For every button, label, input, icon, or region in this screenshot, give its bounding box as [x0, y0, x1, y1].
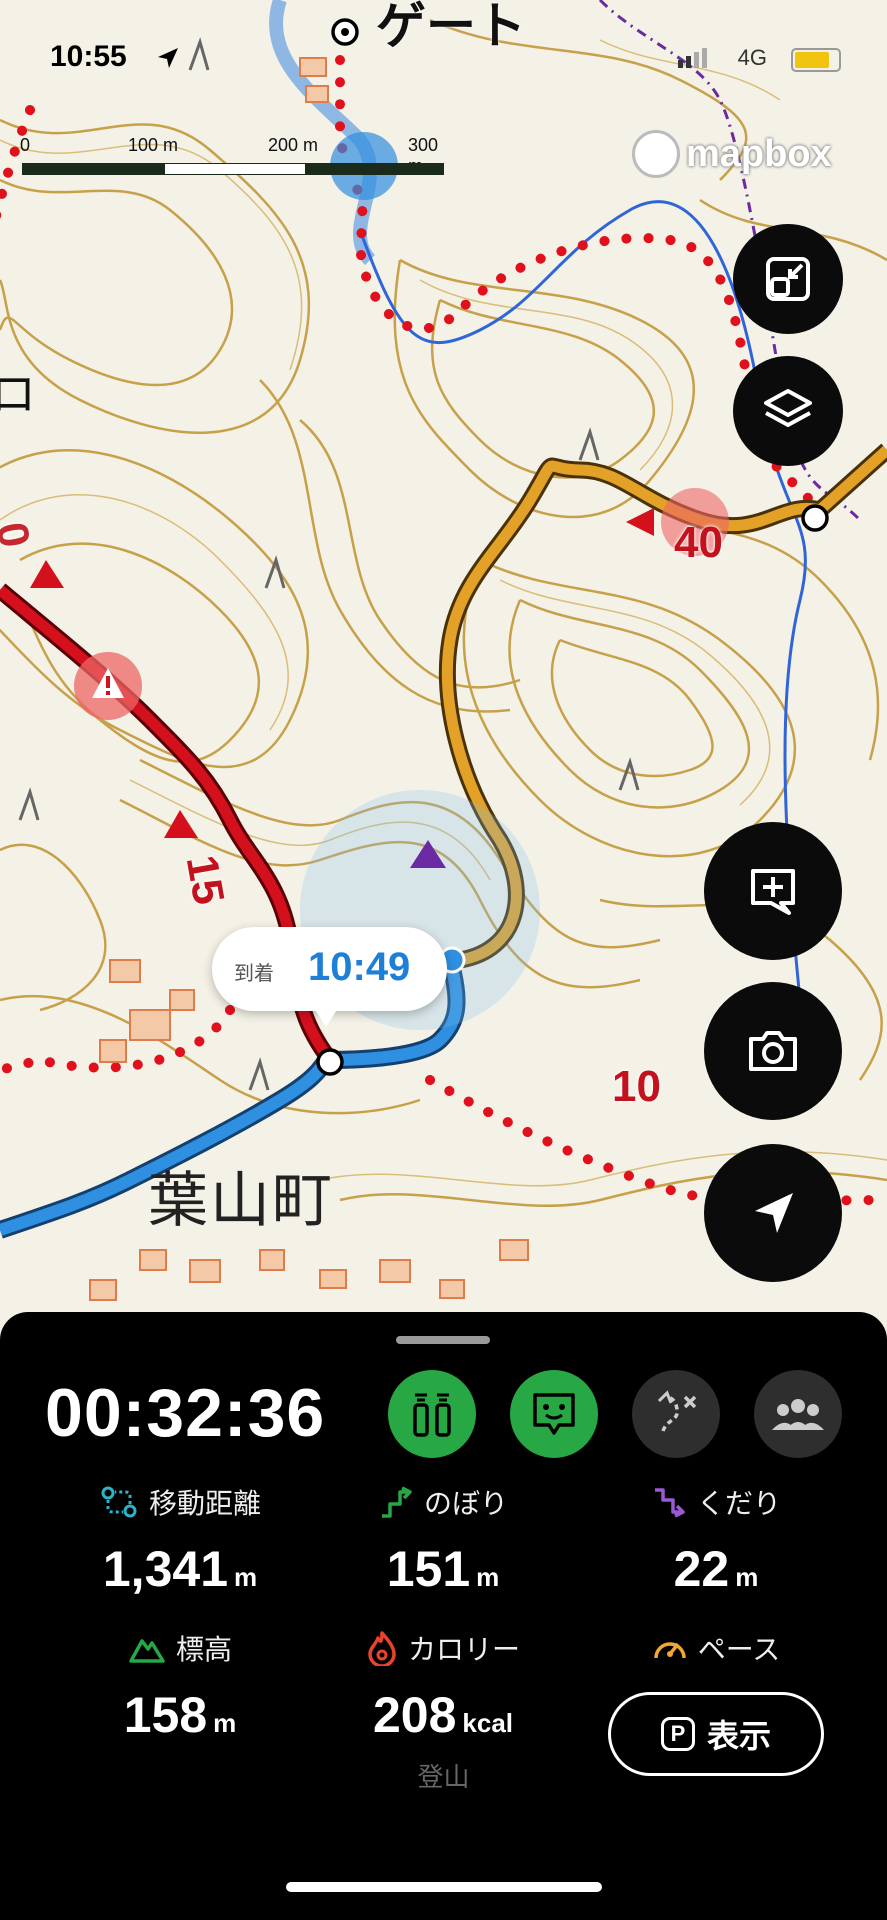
stat-distance: 移動距離 1,341 m: [40, 1482, 320, 1598]
layers-button[interactable]: [733, 356, 843, 466]
route-off-button[interactable]: [632, 1370, 720, 1458]
distance-icon: [101, 1486, 137, 1518]
elevation-label: 標高: [175, 1633, 232, 1666]
pace-label: ペース: [697, 1633, 781, 1666]
status-bar: 10:55 4G: [0, 40, 887, 80]
chat-button[interactable]: [510, 1370, 598, 1458]
walkie-talkie-button[interactable]: [388, 1370, 476, 1458]
descent-icon: [654, 1488, 685, 1518]
route-marker-40[interactable]: 40: [674, 518, 723, 568]
speedometer-icon: [653, 1642, 686, 1659]
elevation-value: 158: [123, 1687, 208, 1743]
elevation-unit: m: [213, 1708, 237, 1738]
add-memo-button[interactable]: [704, 822, 842, 960]
panel-drag-handle[interactable]: [396, 1336, 490, 1344]
show-button-label: 表示: [706, 1717, 771, 1755]
camera-button[interactable]: [704, 982, 842, 1120]
waypoint-marker[interactable]: [801, 504, 829, 532]
add-memo-icon: [751, 869, 795, 915]
fit-screen-button[interactable]: [733, 224, 843, 334]
map-view[interactable]: ロ 40 15 10 0 ゲート 葉山町 到着 10:49 0 100 m 20…: [0, 0, 887, 1320]
descent-label: くだり: [696, 1487, 781, 1520]
calories-unit: kcal: [462, 1708, 514, 1738]
scale-tick: 200 m: [268, 135, 319, 155]
camera-icon: [749, 1031, 797, 1071]
battery-icon: [791, 48, 841, 72]
ascent-icon: [381, 1486, 412, 1518]
group-button[interactable]: [754, 1370, 842, 1458]
descent-value: 22: [673, 1541, 730, 1597]
direction-arrow-icon: [30, 560, 64, 588]
stat-pace: ペース: [576, 1628, 856, 1668]
route-off-icon: [657, 1390, 697, 1432]
arrival-label: 到着: [234, 961, 274, 985]
arrival-time-tooltip[interactable]: 到着 10:49: [212, 927, 447, 1027]
route-marker-10[interactable]: 10: [612, 1062, 661, 1112]
flame-icon: [368, 1631, 396, 1666]
scale-tick: 0: [20, 135, 31, 155]
town-label: 葉山町: [148, 1166, 334, 1236]
signal-strength-icon: [678, 48, 707, 68]
status-time: 10:55: [50, 40, 127, 73]
location-services-icon: [158, 48, 178, 68]
location-arrow-icon: [755, 1193, 793, 1233]
current-location-button[interactable]: [704, 1144, 842, 1282]
group-members-icon: [772, 1399, 824, 1430]
layers-icon: [764, 389, 812, 427]
ascent-label: のぼり: [423, 1487, 508, 1520]
stat-ascent: のぼり 151 m: [303, 1482, 583, 1598]
elapsed-timer: 00:32:36: [45, 1375, 326, 1451]
home-indicator[interactable]: [286, 1882, 602, 1892]
map-scale-bar: 0 100 m 200 m 300 m: [20, 135, 444, 176]
topo-map-layer: ロ: [0, 0, 887, 1301]
scale-tick: 100 m: [128, 135, 179, 155]
svg-text:ロ: ロ: [0, 367, 36, 421]
distance-label: 移動距離: [148, 1487, 261, 1520]
route-marker-15[interactable]: 15: [176, 852, 234, 909]
fit-screen-icon: [766, 257, 810, 301]
network-type: 4G: [737, 45, 767, 70]
descent-unit: m: [735, 1562, 759, 1592]
stat-calories: カロリー 208 kcal: [303, 1628, 583, 1744]
mapbox-attribution[interactable]: mapbox: [632, 130, 832, 178]
buildings: [89, 57, 529, 1301]
mountain-icon: [129, 1639, 165, 1663]
chat-face-icon: [533, 1393, 575, 1435]
distance-value: 1,341: [102, 1541, 228, 1597]
activity-panel[interactable]: 00:32:36 移動距離 1,341m のぼり 151m くだり 22m: [0, 1312, 887, 1920]
ascent-unit: m: [476, 1562, 500, 1592]
calories-value: 208: [372, 1687, 457, 1743]
activity-type: 登山: [417, 1763, 470, 1793]
waypoint-marker[interactable]: [316, 1048, 344, 1076]
stat-elevation: 標高 158 m: [40, 1628, 320, 1744]
group-radio-icon: [413, 1393, 451, 1437]
calories-label: カロリー: [407, 1633, 520, 1666]
ascent-value: 151: [386, 1541, 471, 1597]
stat-descent: くだり 22 m: [576, 1482, 856, 1598]
mapbox-logo-icon: [632, 130, 680, 178]
distance-unit: m: [234, 1562, 258, 1592]
direction-arrow-icon: [626, 508, 654, 536]
arrival-time: 10:49: [308, 945, 411, 989]
parking-badge-icon: P: [660, 1717, 695, 1751]
